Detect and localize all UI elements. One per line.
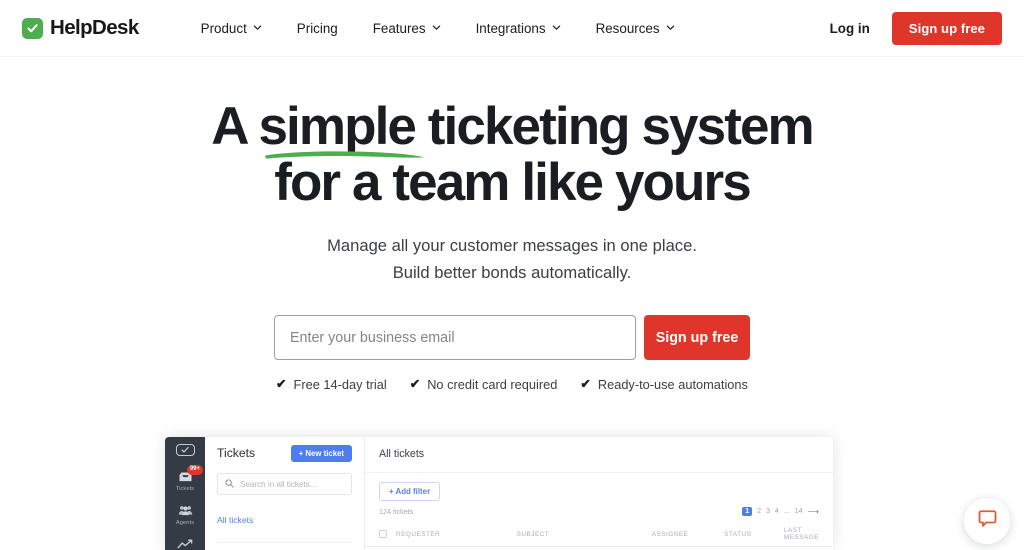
column-header-last-message: LAST MESSAGE xyxy=(783,527,820,541)
app-rail-label: Tickets xyxy=(175,486,195,492)
checkbox-check-icon xyxy=(22,17,43,39)
inbox-icon: 99+ xyxy=(175,465,203,484)
site-header: HelpDesk Product Pricing Features Integr… xyxy=(0,0,1024,57)
pagination-page-3[interactable]: 3 xyxy=(766,508,770,515)
app-ticket-list-panel: Tickets + New ticket Search in all ticke… xyxy=(205,437,365,550)
chevron-down-icon xyxy=(253,23,262,32)
filter-bar: + Add filter xyxy=(365,473,833,501)
list-divider xyxy=(217,542,352,543)
pagination-page-14[interactable]: 14 xyxy=(795,508,803,515)
signup-form: Sign up free xyxy=(0,315,1024,361)
ticket-list-header: Tickets + New ticket xyxy=(217,437,352,469)
nav-item-resources[interactable]: Resources xyxy=(596,15,675,42)
perk-label: No credit card required xyxy=(427,377,558,393)
nav-item-product[interactable]: Product xyxy=(201,15,262,42)
arrow-right-icon[interactable]: ⟶ xyxy=(808,507,819,516)
chevron-down-icon xyxy=(666,23,675,32)
hero-subheading: Manage all your customer messages in one… xyxy=(0,233,1024,287)
pagination-ellipsis: ... xyxy=(783,508,790,515)
header-actions: Log in Sign up free xyxy=(830,11,1002,45)
hero-section: A simple ticketing system for a team lik… xyxy=(0,57,1024,392)
perk-label: Free 14-day trial xyxy=(293,377,387,393)
table-header-row: REQUESTER SUBJECT ASSIGNEE STATUS LAST M… xyxy=(365,521,833,547)
brand-logo[interactable]: HelpDesk xyxy=(22,16,139,40)
email-field[interactable] xyxy=(274,315,636,361)
check-icon: ✔ xyxy=(276,377,287,392)
search-icon xyxy=(225,475,234,493)
subheading-line-2: Build better bonds automatically. xyxy=(392,263,632,283)
column-header-requester: REQUESTER xyxy=(396,530,441,538)
pagination-page-4[interactable]: 4 xyxy=(775,508,779,515)
signup-free-button-hero[interactable]: Sign up free xyxy=(644,315,750,361)
app-rail-label: Agents xyxy=(175,520,195,526)
chevron-down-icon xyxy=(552,23,561,32)
ticket-filter-all-tickets[interactable]: All tickets xyxy=(217,515,352,525)
check-icon: ✔ xyxy=(409,377,421,392)
pagination-page-2[interactable]: 2 xyxy=(757,508,761,515)
column-header-status: STATUS xyxy=(724,530,752,538)
chevron-down-icon xyxy=(432,23,441,32)
page-title: A simple ticketing system for a team lik… xyxy=(211,97,814,213)
column-header-subject: SUBJECT xyxy=(516,530,550,538)
ticket-count: 124 tickets xyxy=(379,507,414,516)
app-ticket-table-panel: All tickets + Add filter 124 tickets 1 2… xyxy=(365,437,833,550)
main-navigation: Product Pricing Features Integrations Re… xyxy=(201,15,675,42)
nav-label: Product xyxy=(200,20,247,36)
headline-line-1: A simple ticketing system xyxy=(211,97,814,156)
search-placeholder: Search in all tickets... xyxy=(240,479,317,489)
app-rail-item-reports[interactable]: Reports xyxy=(175,537,196,550)
app-logo-icon xyxy=(175,444,195,456)
perk-label: Ready-to-use automations xyxy=(597,377,748,393)
signup-free-button-header[interactable]: Sign up free xyxy=(891,11,1002,45)
app-rail-item-agents[interactable]: Agents xyxy=(175,503,195,526)
new-ticket-button[interactable]: + New ticket xyxy=(290,444,352,462)
login-link[interactable]: Log in xyxy=(830,21,870,36)
nav-label: Features xyxy=(372,20,426,36)
check-icon: ✔ xyxy=(580,377,591,392)
chat-bubble-icon xyxy=(978,509,997,533)
perk-item: ✔ Ready-to-use automations xyxy=(580,377,748,392)
perk-item: ✔ Free 14-day trial xyxy=(276,377,387,392)
landing-page: HelpDesk Product Pricing Features Integr… xyxy=(0,0,1024,550)
headline-line-2: for a team like yours xyxy=(274,153,751,213)
nav-item-features[interactable]: Features xyxy=(373,15,441,42)
select-all-checkbox[interactable] xyxy=(379,530,387,538)
nav-label: Pricing xyxy=(296,20,338,36)
app-rail-item-tickets[interactable]: 99+ Tickets xyxy=(175,465,203,492)
brand-name: HelpDesk xyxy=(50,16,139,39)
table-meta-row: 124 tickets 1 2 3 4 ... 14 ⟶ xyxy=(365,501,833,516)
add-filter-button[interactable]: + Add filter xyxy=(379,482,441,501)
ticket-list-title: Tickets xyxy=(217,446,256,460)
nav-item-integrations[interactable]: Integrations xyxy=(476,15,561,42)
column-header-assignee: ASSIGNEE xyxy=(651,530,689,538)
tickets-badge: 99+ xyxy=(186,465,203,475)
ticket-table-title: All tickets xyxy=(379,448,425,460)
nav-label: Integrations xyxy=(475,20,546,36)
app-sidebar-rail: 99+ Tickets Agents xyxy=(165,437,205,550)
nav-item-pricing[interactable]: Pricing xyxy=(297,15,338,42)
chart-line-icon xyxy=(175,537,195,550)
ticket-search-input[interactable]: Search in all tickets... xyxy=(217,473,352,495)
pagination: 1 2 3 4 ... 14 ⟶ xyxy=(742,507,819,516)
perks-list: ✔ Free 14-day trial ✔ No credit card req… xyxy=(0,377,1024,392)
nav-label: Resources xyxy=(595,20,660,36)
perk-item: ✔ No credit card required xyxy=(410,377,558,392)
product-screenshot-preview: 99+ Tickets Agents Tickets + New ticket … xyxy=(165,437,833,550)
chat-widget-button[interactable] xyxy=(964,498,1010,544)
subheading-line-1: Manage all your customer messages in one… xyxy=(327,236,697,256)
people-icon xyxy=(175,503,195,518)
pagination-page-1[interactable]: 1 xyxy=(742,507,753,516)
